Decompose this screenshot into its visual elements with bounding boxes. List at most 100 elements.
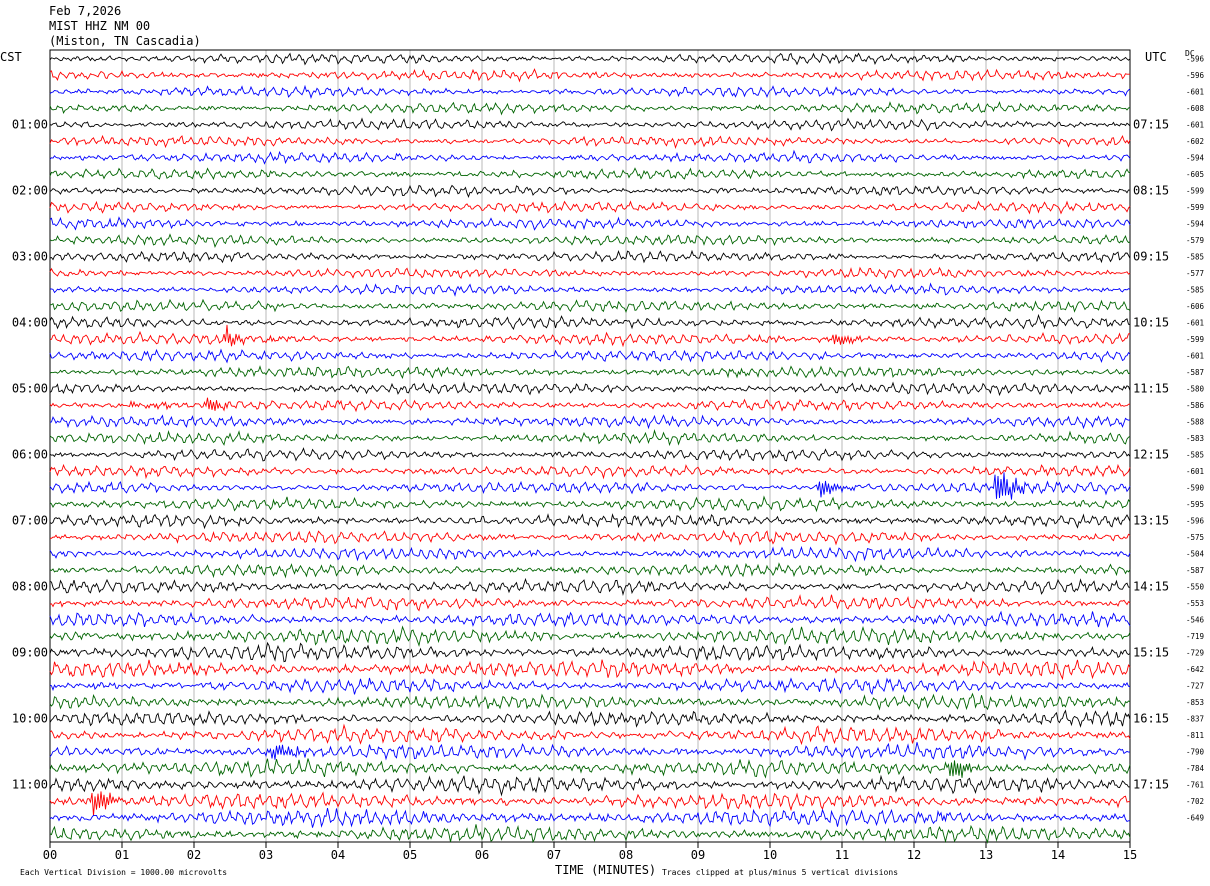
trace-row-1 bbox=[49, 68, 1131, 83]
clip-note: Traces clipped at plus/minus 5 vertical … bbox=[662, 868, 899, 877]
dc-offset-label: -599 bbox=[1186, 187, 1204, 196]
trace-row-13 bbox=[49, 266, 1131, 280]
trace-row-3 bbox=[49, 100, 1131, 116]
dc-offset-label: -594 bbox=[1186, 220, 1205, 229]
trace-row-32 bbox=[49, 577, 1131, 596]
dc-header-label: DC bbox=[1185, 49, 1195, 58]
dc-offset-label: -601 bbox=[1186, 88, 1204, 97]
x-tick-label: 03 bbox=[259, 848, 273, 862]
trace-row-4 bbox=[49, 117, 1131, 132]
trace-row-26 bbox=[49, 472, 1131, 500]
x-tick-label: 06 bbox=[475, 848, 489, 862]
dc-offset-label: -811 bbox=[1186, 731, 1204, 740]
trace-row-20 bbox=[49, 381, 1131, 397]
trace-row-27 bbox=[49, 495, 1131, 513]
dc-offset-label: -642 bbox=[1186, 665, 1204, 674]
trace-row-11 bbox=[49, 233, 1131, 248]
dc-offset-label: -504 bbox=[1186, 550, 1205, 559]
dc-offset-label: -596 bbox=[1186, 517, 1205, 526]
x-tick-label: 10 bbox=[763, 848, 777, 862]
dc-offset-label: -784 bbox=[1186, 764, 1205, 773]
dc-offset-label: -719 bbox=[1186, 632, 1204, 641]
dc-offset-label: -649 bbox=[1186, 814, 1204, 823]
left-hour-label: 02:00 bbox=[12, 184, 48, 198]
trace-row-43 bbox=[49, 758, 1131, 779]
station-label: MIST HHZ NM 00 bbox=[49, 19, 151, 33]
right-hour-label: 07:15 bbox=[1133, 118, 1169, 132]
dc-offset-label: -601 bbox=[1186, 352, 1204, 361]
dc-offset-label: -550 bbox=[1186, 583, 1205, 592]
left-hour-label: 09:00 bbox=[12, 646, 48, 660]
trace-row-7 bbox=[49, 167, 1131, 181]
x-tick-label: 14 bbox=[1051, 848, 1065, 862]
x-tick-label: 08 bbox=[619, 848, 633, 862]
trace-row-37 bbox=[49, 659, 1131, 681]
trace-row-16 bbox=[49, 313, 1131, 330]
left-hour-label: 11:00 bbox=[12, 778, 48, 792]
dc-offset-label: -606 bbox=[1186, 302, 1205, 311]
right-timezone-label: UTC bbox=[1145, 50, 1167, 64]
trace-row-12 bbox=[49, 249, 1131, 264]
scale-note: Each Vertical Division = 1000.00 microvo… bbox=[20, 868, 228, 877]
location-label: (Miston, TN Cascadia) bbox=[49, 34, 201, 48]
plot-frame bbox=[49, 49, 1131, 843]
x-tick-label: 07 bbox=[547, 848, 561, 862]
x-tick-label: 12 bbox=[907, 848, 921, 862]
x-axis-title: TIME (MINUTES) bbox=[555, 863, 657, 877]
trace-row-34 bbox=[49, 610, 1131, 628]
helicorder-plot: 00 01 02 03 04 05 06 07 08 09 10 11 12 13 14 15 01:00 07:… bbox=[12, 49, 1205, 862]
dc-offset-label: -553 bbox=[1186, 599, 1204, 608]
right-hour-label: 08:15 bbox=[1133, 184, 1169, 198]
left-hour-label: 03:00 bbox=[12, 250, 48, 264]
trace-row-21 bbox=[49, 397, 1131, 413]
trace-row-24 bbox=[49, 447, 1131, 462]
trace-row-41 bbox=[49, 723, 1131, 746]
trace-row-8 bbox=[49, 184, 1131, 198]
dc-offset-label: -602 bbox=[1186, 137, 1204, 146]
dc-offset-label: -761 bbox=[1186, 781, 1204, 790]
left-hour-label: 01:00 bbox=[12, 118, 48, 132]
dc-offset-label: -579 bbox=[1186, 236, 1204, 245]
trace-row-28 bbox=[49, 513, 1131, 530]
dc-offset-label: -585 bbox=[1186, 253, 1204, 262]
dc-offset-label: -837 bbox=[1186, 715, 1204, 724]
date-label: Feb 7,2026 bbox=[49, 4, 122, 18]
right-hour-label: 17:15 bbox=[1133, 778, 1169, 792]
dc-offset-label: -596 bbox=[1186, 71, 1205, 80]
right-hour-label: 09:15 bbox=[1133, 250, 1169, 264]
dc-offset-label: -605 bbox=[1186, 170, 1204, 179]
trace-row-17 bbox=[49, 324, 1131, 348]
trace-row-23 bbox=[49, 429, 1131, 447]
x-tick-label: 04 bbox=[331, 848, 345, 862]
seismic-traces bbox=[49, 52, 1131, 844]
x-tick-label: 02 bbox=[187, 848, 201, 862]
right-hour-label: 11:15 bbox=[1133, 382, 1169, 396]
trace-row-19 bbox=[49, 365, 1131, 380]
right-hour-label: 15:15 bbox=[1133, 646, 1169, 660]
dc-offset-label: -588 bbox=[1186, 418, 1205, 427]
dc-offset-label: -601 bbox=[1186, 121, 1204, 130]
trace-row-31 bbox=[49, 562, 1131, 579]
right-hour-label: 10:15 bbox=[1133, 316, 1169, 330]
dc-offset-label: -594 bbox=[1186, 154, 1205, 163]
trace-row-15 bbox=[49, 298, 1131, 314]
dc-offset-label: -583 bbox=[1186, 434, 1204, 443]
trace-row-40 bbox=[49, 709, 1131, 728]
dc-offset-label: -546 bbox=[1186, 616, 1205, 625]
dc-offset-label: -590 bbox=[1186, 484, 1205, 493]
trace-row-6 bbox=[49, 149, 1131, 165]
x-tick-label: 01 bbox=[115, 848, 129, 862]
x-tick-label: 13 bbox=[979, 848, 993, 862]
left-hour-label: 10:00 bbox=[12, 712, 48, 726]
x-tick-label: 11 bbox=[835, 848, 849, 862]
left-hour-label: 07:00 bbox=[12, 514, 48, 528]
trace-row-44 bbox=[49, 774, 1131, 797]
trace-row-33 bbox=[49, 594, 1131, 612]
trace-row-38 bbox=[49, 677, 1131, 695]
left-hour-label: 04:00 bbox=[12, 316, 48, 330]
trace-row-0 bbox=[49, 52, 1131, 66]
dc-offset-label: -595 bbox=[1186, 500, 1204, 509]
dc-offset-label: -790 bbox=[1186, 748, 1205, 757]
dc-offset-label: -577 bbox=[1186, 269, 1204, 278]
dc-offset-label: -599 bbox=[1186, 203, 1204, 212]
